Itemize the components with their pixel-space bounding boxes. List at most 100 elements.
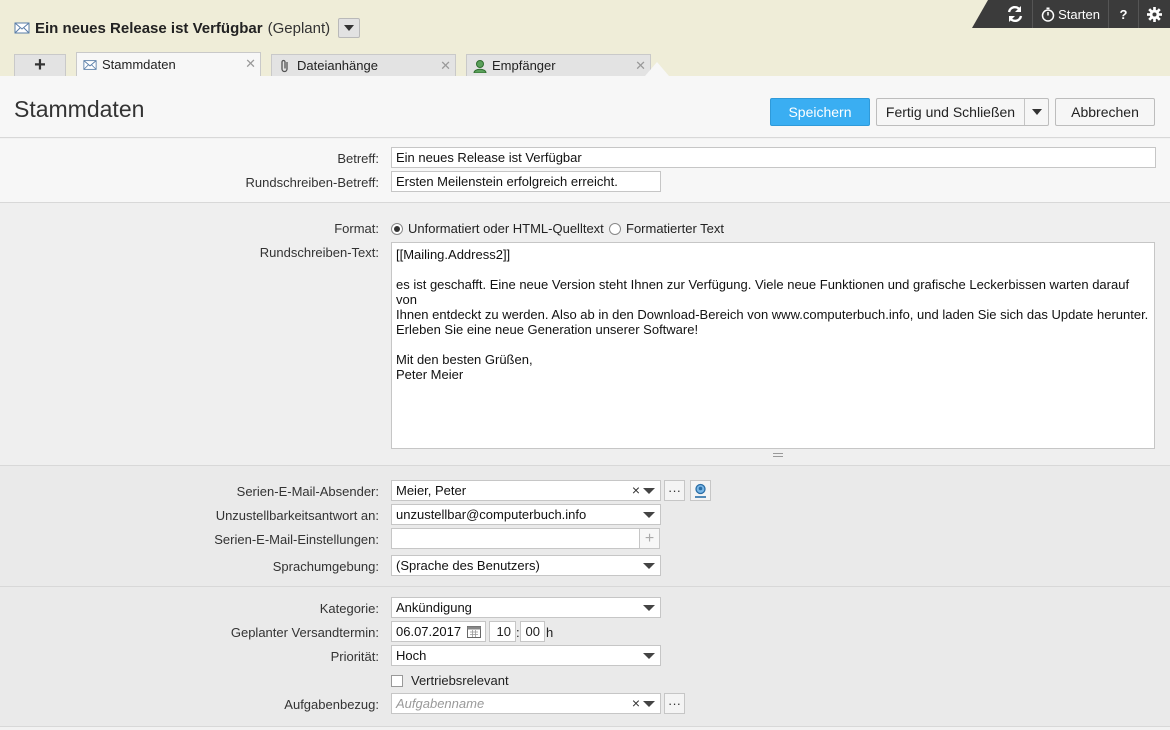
versand-date-value: 06.07.2017 <box>396 624 462 639</box>
format-option-html-label: Unformatiert oder HTML-Quelltext <box>408 221 604 236</box>
format-label: Format: <box>334 221 379 236</box>
prioritaet-label: Priorität: <box>330 649 379 664</box>
einstellungen-label: Serien-E-Mail-Einstellungen: <box>214 532 379 547</box>
finish-dropdown-button[interactable] <box>1024 99 1048 125</box>
mail-icon <box>83 59 97 70</box>
prioritaet-select[interactable]: Hoch <box>391 645 661 666</box>
settings-button[interactable] <box>1138 0 1170 28</box>
top-toolbar: Starten ? <box>972 0 1170 28</box>
text-line: [[Mailing.Address2]] <box>396 247 511 262</box>
title-dropdown-button[interactable] <box>338 18 361 38</box>
text-line: Peter Meier <box>396 367 464 382</box>
chevron-down-icon <box>344 25 355 31</box>
prioritaet-value: Hoch <box>396 648 427 663</box>
stopwatch-icon <box>1041 7 1055 22</box>
tab-empfaenger[interactable]: Empfänger ✕ <box>466 54 651 76</box>
absender-more-button[interactable]: ··· <box>664 480 685 501</box>
absender-contact-button[interactable] <box>690 480 711 501</box>
person-icon <box>473 59 487 73</box>
add-tab-button[interactable]: + <box>14 54 66 76</box>
text-line: Mit den besten Grüßen, <box>396 352 533 367</box>
format-radio-formatted[interactable]: Formatierter Text <box>609 221 724 236</box>
text-line: Erleben Sie eine neue Generation unserer… <box>396 322 699 337</box>
aufgabe-label: Aufgabenbezug: <box>284 697 379 712</box>
paperclip-icon <box>281 59 288 72</box>
finish-close-button[interactable]: Fertig und Schließen <box>877 104 1024 120</box>
rs-betreff-label: Rundschreiben-Betreff: <box>245 175 379 190</box>
save-button[interactable]: Speichern <box>770 98 870 126</box>
vertrieb-label: Vertriebsrelevant <box>411 673 509 688</box>
finish-close-split-button: Fertig und Schließen <box>876 98 1049 126</box>
unzustell-value: unzustellbar@computerbuch.info <box>396 507 587 522</box>
chevron-down-icon[interactable] <box>643 701 655 707</box>
time-unit: h <box>546 625 554 640</box>
versand-date-field[interactable]: 06.07.2017 <box>391 621 486 642</box>
calendar-icon[interactable] <box>467 625 481 638</box>
rs-text-label: Rundschreiben-Text: <box>259 245 379 260</box>
gear-icon <box>1147 6 1162 22</box>
vertrieb-checkbox-row[interactable]: Vertriebsrelevant <box>391 673 509 688</box>
tab-stammdaten[interactable]: Stammdaten ✕ <box>76 52 261 76</box>
sprache-label: Sprachumgebung: <box>272 559 379 574</box>
einstellungen-add-button[interactable]: + <box>639 528 660 549</box>
chevron-down-icon[interactable] <box>643 512 655 518</box>
close-icon[interactable]: ✕ <box>245 56 256 72</box>
chevron-down-icon[interactable] <box>643 605 655 611</box>
clear-icon[interactable]: × <box>632 695 640 711</box>
start-button[interactable]: Starten <box>1032 0 1108 28</box>
start-label: Starten <box>1058 6 1100 22</box>
tab-notch <box>645 62 669 76</box>
help-button[interactable]: ? <box>1108 0 1138 28</box>
help-icon: ? <box>1119 6 1128 22</box>
window-title-row: Ein neues Release ist Verfügbar (Geplant… <box>14 18 361 38</box>
radio-unchecked[interactable] <box>609 222 621 235</box>
versand-minute-field[interactable]: 00 <box>520 621 545 642</box>
tab-dateianhaenge[interactable]: Dateianhänge ✕ <box>271 54 456 76</box>
versand-hour-field[interactable]: 10 <box>489 621 516 642</box>
rs-text-area[interactable]: [[Mailing.Address2]] es ist geschafft. E… <box>391 242 1155 449</box>
refresh-button[interactable] <box>998 0 1032 28</box>
close-icon[interactable]: ✕ <box>440 58 451 74</box>
format-radio-html[interactable]: Unformatiert oder HTML-Quelltext <box>391 221 604 236</box>
page-title: Stammdaten <box>14 96 145 122</box>
kategorie-select[interactable]: Ankündigung <box>391 597 661 618</box>
rs-betreff-field[interactable]: Ersten Meilenstein erfolgreich erreicht. <box>391 171 661 192</box>
clear-icon[interactable]: × <box>632 482 640 498</box>
format-option-formatted-label: Formatierter Text <box>626 221 725 236</box>
window-title: Ein neues Release ist Verfügbar <box>35 19 263 37</box>
window-status: (Geplant) <box>267 19 331 37</box>
aufgabe-select[interactable]: Aufgabenname × <box>391 693 661 714</box>
unzustell-label: Unzustellbarkeitsantwort an: <box>215 508 379 523</box>
vertrieb-checkbox[interactable] <box>391 674 403 687</box>
tab-label: Dateianhänge <box>297 58 378 73</box>
content-header: Stammdaten Speichern Fertig und Schließe… <box>0 76 1170 138</box>
sprache-select[interactable]: (Sprache des Benutzers) <box>391 555 661 576</box>
absender-value: Meier, Peter <box>396 483 467 498</box>
chevron-down-icon <box>1031 109 1042 115</box>
radio-checked[interactable] <box>391 222 403 235</box>
text-line: Ihnen entdeckt zu werden. Also ab in den… <box>396 307 1149 322</box>
sprache-value: (Sprache des Benutzers) <box>396 558 540 573</box>
tab-label: Stammdaten <box>102 57 176 72</box>
versand-label: Geplanter Versandtermin: <box>230 625 379 640</box>
betreff-field[interactable]: Ein neues Release ist Verfügbar <box>391 147 1156 168</box>
absender-label: Serien-E-Mail-Absender: <box>236 484 379 499</box>
mail-icon <box>14 22 30 34</box>
refresh-icon <box>1007 5 1023 23</box>
kategorie-value: Ankündigung <box>396 600 472 615</box>
cancel-button[interactable]: Abbrechen <box>1055 98 1155 126</box>
resize-handle[interactable] <box>773 453 783 457</box>
unzustell-select[interactable]: unzustellbar@computerbuch.info <box>391 504 661 525</box>
contact-search-icon <box>695 483 706 498</box>
betreff-label: Betreff: <box>337 151 379 166</box>
aufgabe-placeholder: Aufgabenname <box>396 696 485 711</box>
chevron-down-icon[interactable] <box>643 653 655 659</box>
absender-select[interactable]: Meier, Peter × <box>391 480 661 501</box>
aufgabe-more-button[interactable]: ··· <box>664 693 685 714</box>
tab-label: Empfänger <box>492 58 556 73</box>
einstellungen-field[interactable] <box>391 528 640 549</box>
chevron-down-icon[interactable] <box>643 488 655 494</box>
kategorie-label: Kategorie: <box>319 601 379 616</box>
text-line: es ist geschafft. Eine neue Version steh… <box>396 277 1130 307</box>
chevron-down-icon[interactable] <box>643 563 655 569</box>
